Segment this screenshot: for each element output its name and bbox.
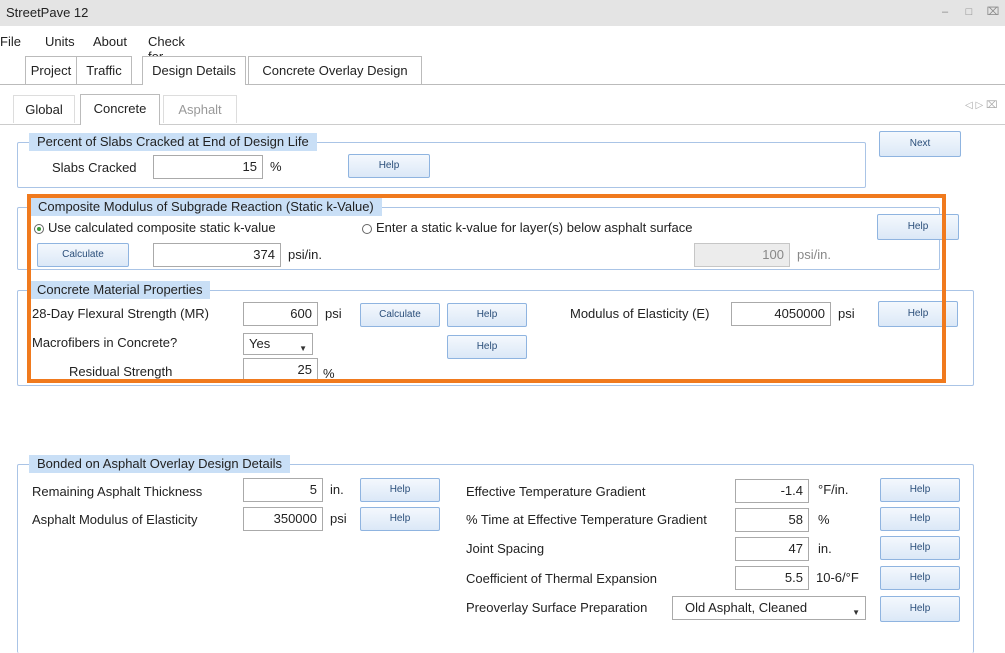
tab-concrete-overlay-design[interactable]: Concrete Overlay Design <box>248 56 422 84</box>
slabs-help-button[interactable]: Help <box>348 154 430 178</box>
thermal-expansion-label: Coefficient of Thermal Expansion <box>466 571 658 586</box>
tab-global[interactable]: Global <box>13 95 75 123</box>
remaining-thickness-unit: in. <box>330 482 344 497</box>
surface-prep-help-button[interactable]: Help <box>880 596 960 622</box>
next-button[interactable]: Next <box>879 131 961 157</box>
title-bar: StreetPave 12 – □ ⌧ <box>0 0 1005 26</box>
tab-asphalt[interactable]: Asphalt <box>163 95 237 123</box>
highlight-box <box>27 194 946 383</box>
thickness-help-button[interactable]: Help <box>360 478 440 502</box>
asphalt-modulus-input[interactable]: 350000 <box>243 507 323 531</box>
tab-scroll-icons[interactable]: ◁ ▷ ⌧ <box>965 100 997 111</box>
thermal-expansion-input[interactable]: 5.5 <box>735 566 809 590</box>
remaining-thickness-input[interactable]: 5 <box>243 478 323 502</box>
percent-time-input[interactable]: 58 <box>735 508 809 532</box>
restore-icon[interactable]: □ <box>962 6 976 18</box>
thermal-expansion-help-button[interactable]: Help <box>880 566 960 590</box>
percent-time-label: % Time at Effective Temperature Gradient <box>466 512 707 527</box>
minimize-icon[interactable]: – <box>938 6 952 18</box>
surface-prep-label: Preoverlay Surface Preparation <box>466 600 648 615</box>
tab-project[interactable]: Project <box>25 56 77 84</box>
close-icon[interactable]: ⌧ <box>986 6 1000 18</box>
asphalt-modulus-help-button[interactable]: Help <box>360 507 440 531</box>
joint-spacing-label: Joint Spacing <box>466 541 545 556</box>
menu-units[interactable]: Units <box>45 34 75 49</box>
joint-spacing-unit: in. <box>818 541 832 556</box>
tab-design-details[interactable]: Design Details <box>142 56 246 85</box>
slabs-cracked-label: Slabs Cracked <box>52 160 137 175</box>
temp-gradient-unit: °F/in. <box>818 482 849 497</box>
slabs-cracked-input[interactable]: 15 <box>153 155 263 179</box>
remaining-thickness-label: Remaining Asphalt Thickness <box>32 484 203 499</box>
asphalt-modulus-unit: psi <box>330 511 347 526</box>
asphalt-modulus-label: Asphalt Modulus of Elasticity <box>32 512 198 527</box>
tab-concrete[interactable]: Concrete <box>80 94 160 125</box>
thermal-expansion-unit: 10-6/°F <box>816 570 859 585</box>
window-title: StreetPave 12 <box>6 5 89 20</box>
surface-prep-select[interactable]: Old Asphalt, Cleaned ▼ <box>672 596 866 620</box>
surface-prep-value: Old Asphalt, Cleaned <box>685 600 808 615</box>
temp-gradient-help-button[interactable]: Help <box>880 478 960 502</box>
temp-gradient-input[interactable]: -1.4 <box>735 479 809 503</box>
slabs-cracked-title: Percent of Slabs Cracked at End of Desig… <box>29 133 317 151</box>
menu-file[interactable]: File <box>0 34 21 49</box>
slabs-cracked-unit: % <box>270 159 282 174</box>
tab-traffic[interactable]: Traffic <box>76 56 132 84</box>
joint-spacing-help-button[interactable]: Help <box>880 536 960 560</box>
percent-time-unit: % <box>818 512 830 527</box>
temp-gradient-label: Effective Temperature Gradient <box>466 484 646 499</box>
chevron-down-icon: ▼ <box>852 608 860 617</box>
menu-about[interactable]: About <box>93 34 127 49</box>
joint-spacing-input[interactable]: 47 <box>735 537 809 561</box>
percent-time-help-button[interactable]: Help <box>880 507 960 531</box>
bonded-overlay-title: Bonded on Asphalt Overlay Design Details <box>29 455 290 473</box>
